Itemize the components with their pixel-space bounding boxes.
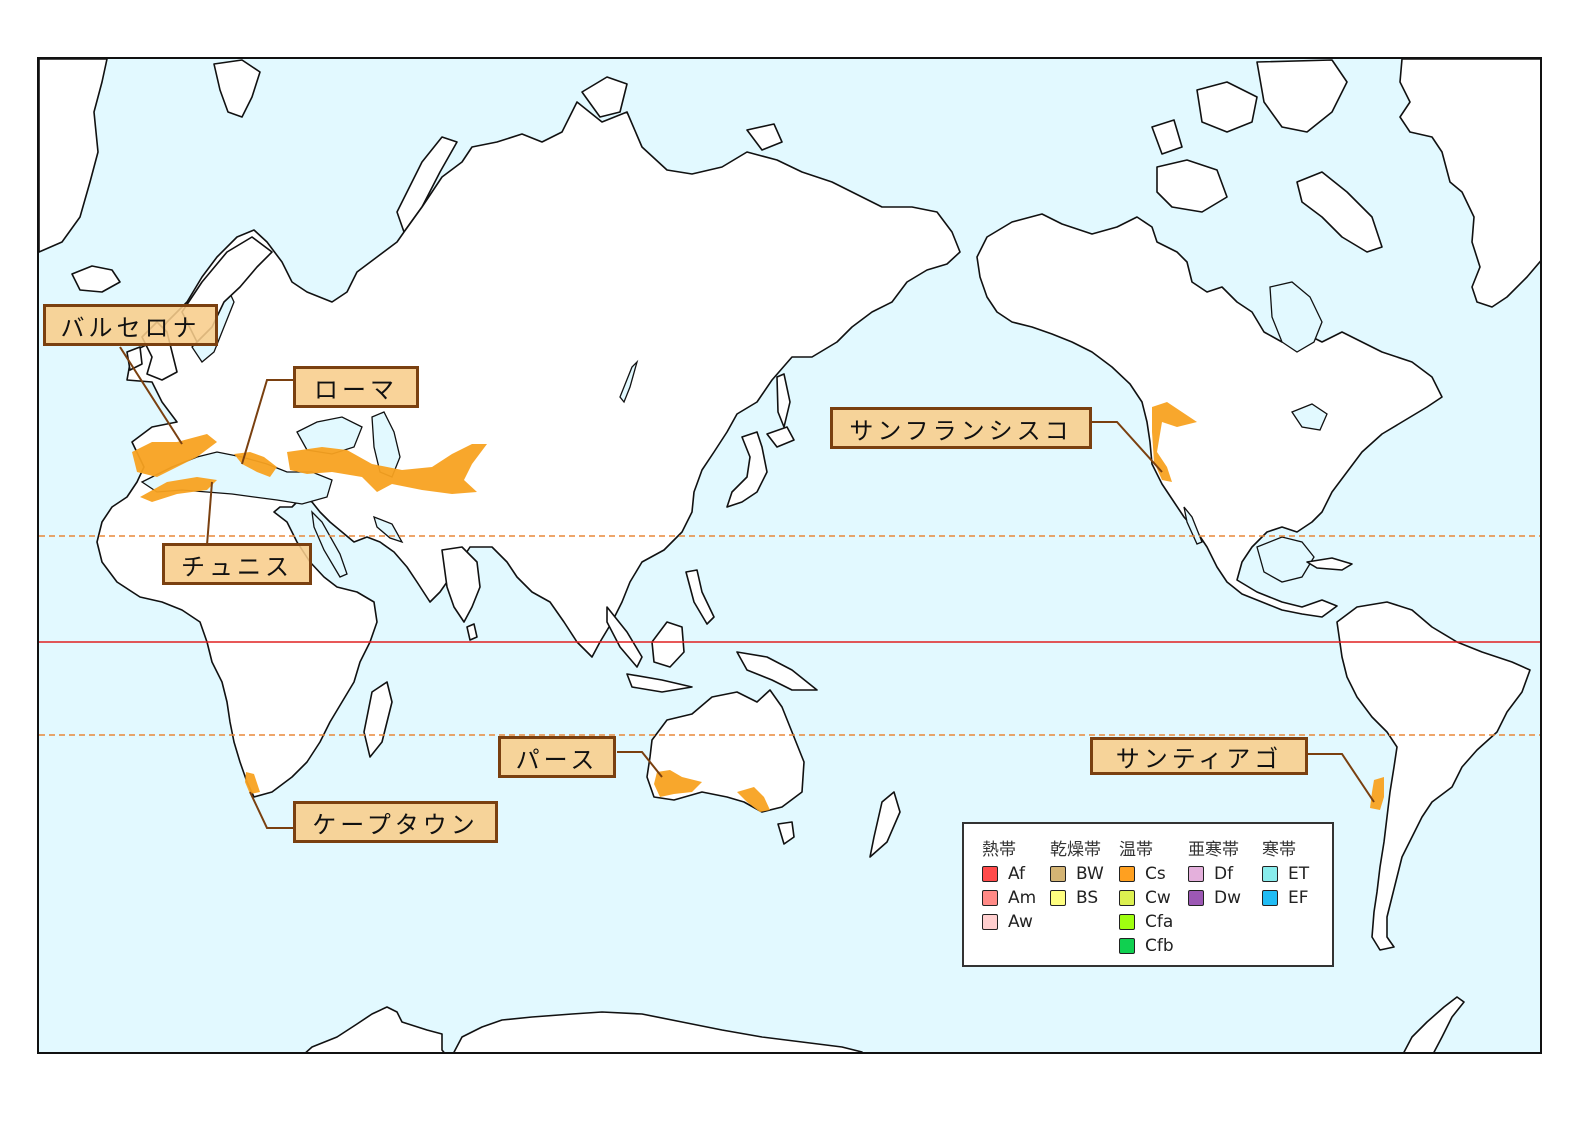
landmass-ellesmere xyxy=(1256,59,1348,133)
legend-group-arid: 乾燥帯 BW BS xyxy=(1050,838,1104,910)
legend-code: Cw xyxy=(1145,888,1171,908)
landmass-greenland-west xyxy=(39,59,108,253)
legend-item-cfa: Cfa xyxy=(1119,910,1174,934)
landmass-south-america xyxy=(1336,601,1531,951)
legend-item-et: ET xyxy=(1262,862,1309,886)
landmass-antarctica-west xyxy=(305,1006,445,1052)
city-label-perth: パース xyxy=(498,736,616,778)
legend-item-am: Am xyxy=(982,886,1036,910)
landmass-tasmania xyxy=(777,821,795,845)
legend-item-cw: Cw xyxy=(1119,886,1174,910)
legend-code: Am xyxy=(1008,888,1037,908)
city-label-san-francisco: サンフランシスコ xyxy=(830,407,1092,449)
landmass-greenland xyxy=(1399,59,1540,308)
landmass-java xyxy=(626,673,693,693)
city-label-barcelona: バルセロナ xyxy=(43,304,218,346)
legend-item-df: Df xyxy=(1188,862,1241,886)
city-label-cape-town: ケープタウン xyxy=(293,801,498,843)
legend-item-aw: Aw xyxy=(982,910,1036,934)
legend-swatch xyxy=(1262,866,1278,882)
cs-region-chile xyxy=(1370,777,1384,810)
legend-swatch xyxy=(1188,890,1204,906)
legend-code: Cfb xyxy=(1145,936,1174,956)
legend-heading: 亜寒帯 xyxy=(1188,840,1239,860)
legend-item-cs: Cs xyxy=(1119,862,1174,886)
legend-code: EF xyxy=(1288,888,1309,908)
legend-swatch xyxy=(1050,866,1066,882)
city-label-tunis: チュニス xyxy=(162,543,312,585)
legend-item-bw: BW xyxy=(1050,862,1104,886)
legend-item-dw: Dw xyxy=(1188,886,1241,910)
legend-swatch xyxy=(1119,866,1135,882)
landmass-banks-island xyxy=(1151,119,1183,155)
landmass-antarctica-east xyxy=(453,1011,863,1052)
legend-item-bs: BS xyxy=(1050,886,1104,910)
legend-item-af: Af xyxy=(982,862,1036,886)
legend-code: Af xyxy=(1008,864,1026,884)
landmass-borneo xyxy=(651,621,685,668)
landmass-svalbard xyxy=(213,59,261,118)
legend-code: BW xyxy=(1076,864,1104,884)
legend-code: Cfa xyxy=(1145,912,1174,932)
landmass-eurasia-africa xyxy=(96,101,961,798)
legend-group-polar: 寒帯 ET EF xyxy=(1262,838,1309,910)
landmass-arctic-islands xyxy=(1196,81,1258,133)
legend-swatch xyxy=(982,890,998,906)
legend-swatch xyxy=(1119,938,1135,954)
landmass-cuba xyxy=(1306,557,1353,571)
landmass-hokkaido xyxy=(766,426,795,448)
legend-heading: 温帯 xyxy=(1119,840,1153,860)
legend-heading: 熱帯 xyxy=(982,840,1016,860)
legend-code: Aw xyxy=(1008,912,1033,932)
landmass-antarctic-peninsula xyxy=(1403,996,1465,1052)
legend-heading: 寒帯 xyxy=(1262,840,1296,860)
legend-group-temperate: 温帯 Cs Cw Cfa Cfb xyxy=(1119,838,1174,958)
landmass-baffin-island xyxy=(1296,171,1383,253)
leader-cape-town xyxy=(249,791,295,829)
legend-code: Cs xyxy=(1145,864,1166,884)
city-label-rome: ローマ xyxy=(293,366,419,408)
legend-group-tropical: 熱帯 Af Am Aw xyxy=(982,838,1036,934)
legend-code: Dw xyxy=(1214,888,1241,908)
landmass-sakhalin xyxy=(776,373,791,428)
landmass-victoria-island xyxy=(1156,159,1228,213)
legend-swatch xyxy=(982,914,998,930)
city-label-santiago: サンティアゴ xyxy=(1090,737,1308,775)
legend-swatch xyxy=(1119,914,1135,930)
legend-swatch xyxy=(1262,890,1278,906)
legend-code: BS xyxy=(1076,888,1099,908)
legend-code: Df xyxy=(1214,864,1234,884)
landmass-new-siberian xyxy=(746,123,783,151)
landmass-sri-lanka xyxy=(466,623,478,641)
landmass-japan xyxy=(726,431,768,508)
landmass-sumatra xyxy=(606,606,643,668)
legend-code: ET xyxy=(1288,864,1310,884)
landmass-madagascar xyxy=(363,681,393,758)
landmass-new-guinea xyxy=(736,651,818,691)
legend-heading: 乾燥帯 xyxy=(1050,840,1101,860)
legend-item-cfb: Cfb xyxy=(1119,934,1174,958)
legend-swatch xyxy=(1050,890,1066,906)
landmass-iceland xyxy=(71,265,121,293)
landmass-india xyxy=(441,546,481,623)
landmass-philippines xyxy=(685,569,715,625)
legend-swatch xyxy=(1119,890,1135,906)
leader-santiago xyxy=(1307,753,1375,803)
legend-swatch xyxy=(1188,866,1204,882)
landmass-new-zealand xyxy=(869,791,901,858)
legend-item-ef: EF xyxy=(1262,886,1309,910)
legend-swatch xyxy=(982,866,998,882)
gulf-of-mexico xyxy=(1256,536,1315,583)
climate-legend: 熱帯 Af Am Aw 乾燥帯 BW BS 温帯 Cs Cw Cfa Cfb 亜… xyxy=(962,822,1334,967)
legend-group-subarctic: 亜寒帯 Df Dw xyxy=(1188,838,1241,910)
